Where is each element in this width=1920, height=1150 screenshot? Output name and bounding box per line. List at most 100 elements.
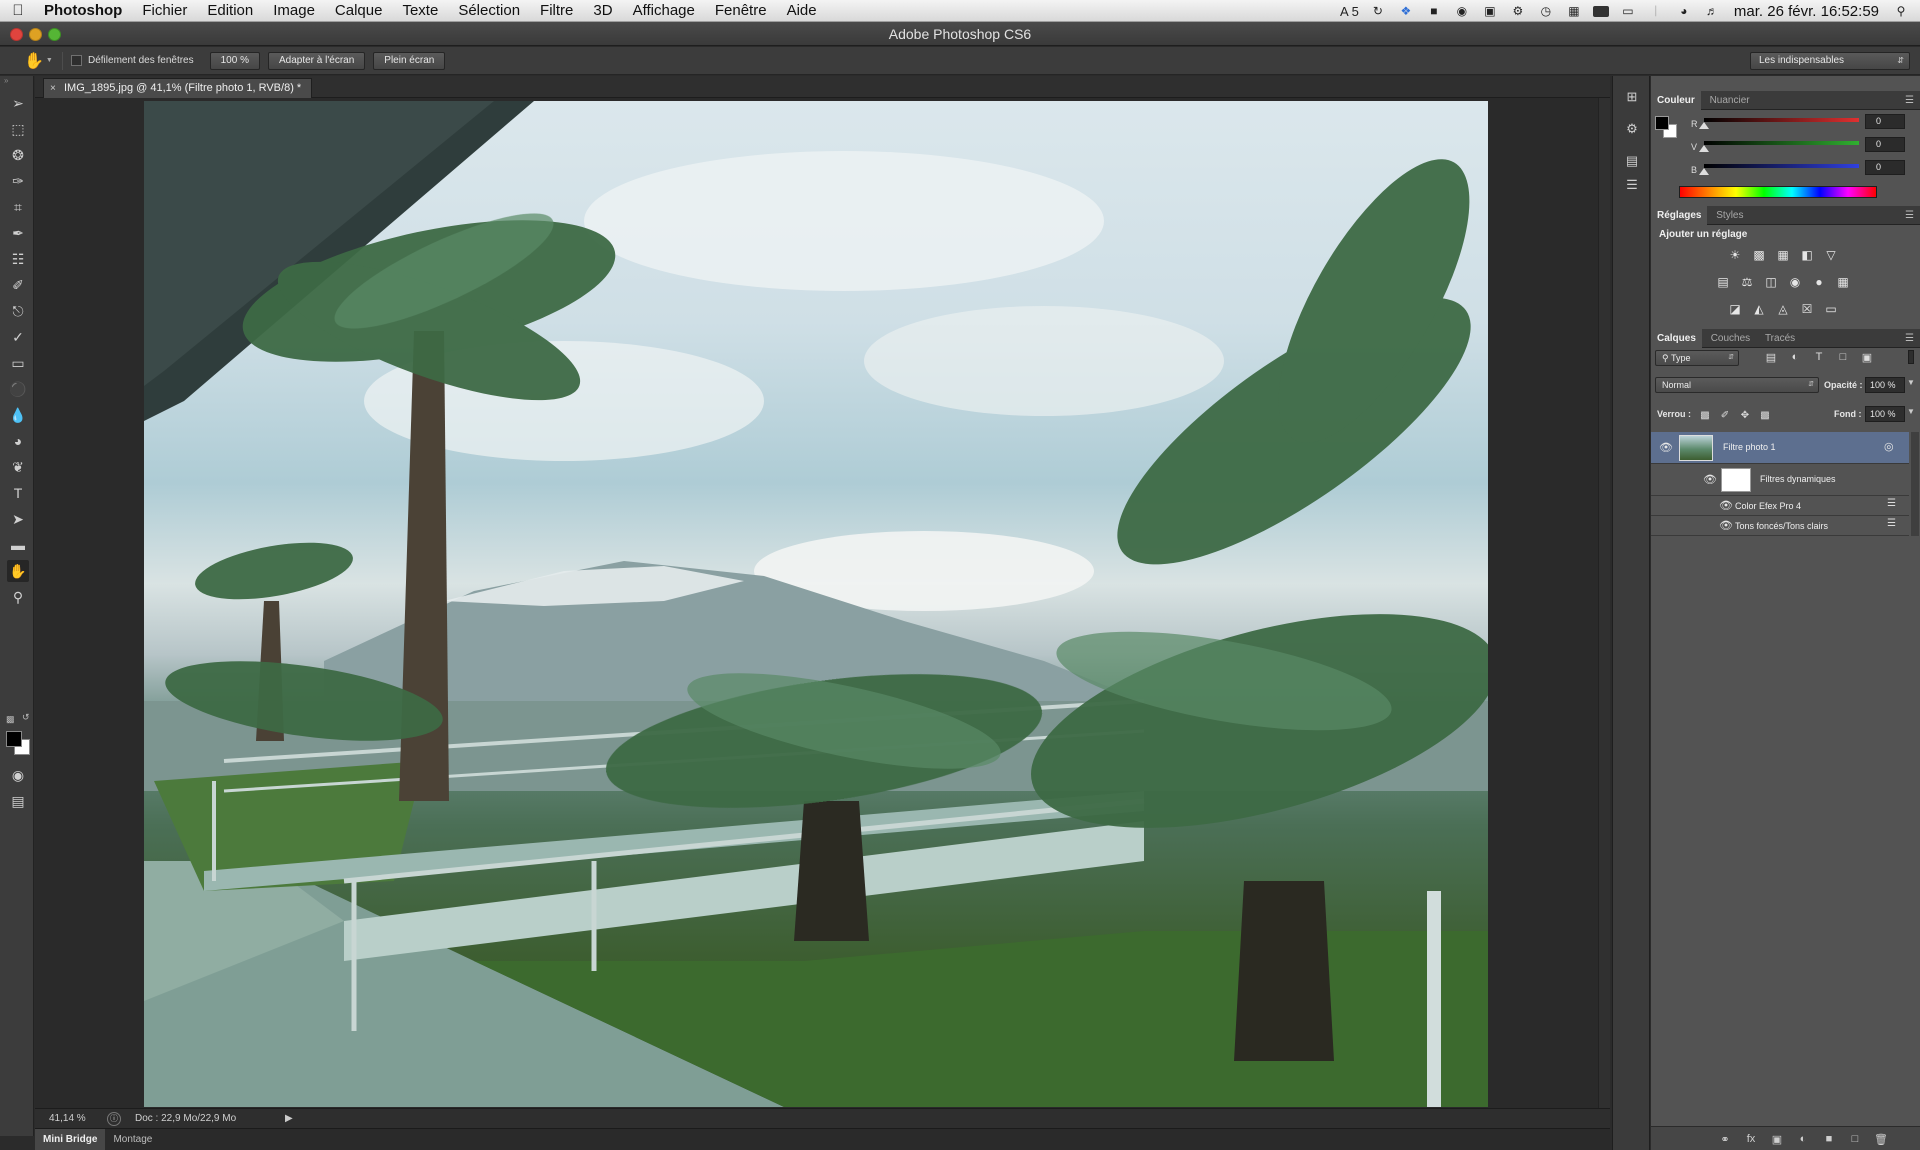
move-tool-icon[interactable]: ➢ — [7, 92, 29, 114]
red-slider-thumb[interactable] — [1699, 122, 1709, 129]
tool-preset-picker[interactable]: ✋ ▼ — [24, 51, 54, 71]
camera-icon[interactable]: ◉ — [1453, 4, 1471, 18]
gradient-map-icon[interactable]: ▭ — [1823, 302, 1839, 316]
color-lookup-icon[interactable]: ▦ — [1835, 275, 1851, 289]
close-icon[interactable]: × — [50, 79, 56, 98]
fill-field[interactable]: 100 % — [1865, 406, 1905, 422]
dodge-tool-icon[interactable]: ◕ — [7, 430, 29, 452]
filter-smart-object-icon[interactable]: ▣ — [1860, 350, 1874, 364]
filter-name[interactable]: Color Efex Pro 4 — [1735, 501, 1801, 511]
quick-selection-tool-icon[interactable]: ✑ — [7, 170, 29, 192]
menu-selection[interactable]: Sélection — [448, 2, 530, 19]
fit-screen-button[interactable]: Adapter à l'écran — [267, 51, 366, 70]
smart-filters-row[interactable]: 👁 Filtres dynamiques — [1651, 464, 1909, 496]
crop-tool-icon[interactable]: ⌗ — [7, 196, 29, 218]
wifi-icon[interactable]: ◕ — [1675, 4, 1693, 18]
hand-tool-icon[interactable]: ✋ — [7, 560, 29, 582]
filter-type-icon[interactable]: T — [1812, 350, 1826, 364]
zoom-100-button[interactable]: 100 % — [209, 51, 260, 70]
display-icon[interactable]: ▭ — [1619, 4, 1637, 18]
filter-toggle-switch[interactable] — [1908, 350, 1914, 364]
menu-affichage[interactable]: Affichage — [623, 2, 705, 19]
marquee-tool-icon[interactable]: ⬚ — [7, 118, 29, 140]
document-canvas-image[interactable] — [144, 101, 1488, 1107]
zoom-window-button[interactable] — [48, 28, 61, 41]
history-brush-tool-icon[interactable]: ✓ — [7, 326, 29, 348]
filter-name[interactable]: Tons foncés/Tons clairs — [1735, 521, 1828, 531]
minimize-window-button[interactable] — [29, 28, 42, 41]
panel-menu-icon[interactable]: ☰ — [1905, 206, 1914, 225]
menu-image[interactable]: Image — [263, 2, 325, 19]
tab-couches[interactable]: Couches — [1705, 329, 1756, 348]
zoom-level[interactable]: 41,14 % — [35, 1113, 105, 1124]
blending-options-icon[interactable]: ☰ — [1887, 518, 1896, 529]
filter-row[interactable]: 👁 Tons foncés/Tons clairs ☰ — [1651, 516, 1909, 536]
menu-3d[interactable]: 3D — [583, 2, 622, 19]
layer-row-selected[interactable]: 👁 Filtre photo 1 ◎ — [1651, 432, 1909, 464]
photo-filter-icon[interactable]: ◉ — [1787, 275, 1803, 289]
eyedropper-tool-icon[interactable]: ✒ — [7, 222, 29, 244]
menu-edition[interactable]: Edition — [197, 2, 263, 19]
filter-adjustment-icon[interactable]: ◐ — [1788, 350, 1802, 364]
tab-couleur[interactable]: Couleur — [1651, 91, 1701, 110]
panel-menu-icon[interactable]: ☰ — [1905, 91, 1914, 110]
menu-calque[interactable]: Calque — [325, 2, 393, 19]
healing-brush-tool-icon[interactable]: ☷ — [7, 248, 29, 270]
scroll-all-windows-checkbox[interactable] — [71, 55, 82, 66]
apple-icon[interactable]:  — [0, 2, 36, 19]
close-window-button[interactable] — [10, 28, 23, 41]
adobe-status-icon[interactable]: A5 — [1340, 4, 1359, 19]
posterize-icon[interactable]: ◭ — [1751, 302, 1767, 316]
green-channel-slider[interactable] — [1704, 141, 1859, 145]
menu-texte[interactable]: Texte — [392, 2, 448, 19]
menu-filtre[interactable]: Filtre — [530, 2, 583, 19]
menubar-clock[interactable]: mar. 26 févr. 16:52:59 — [1726, 3, 1887, 20]
history-panel-icon[interactable]: ⊞ — [1621, 86, 1643, 108]
new-group-icon[interactable]: ■ — [1821, 1131, 1837, 1147]
layer-filter-kind-select[interactable]: ⚲ Type ⇵ — [1655, 350, 1739, 366]
exposure-icon[interactable]: ◧ — [1799, 248, 1815, 262]
blue-slider-thumb[interactable] — [1699, 168, 1709, 175]
layers-scrollbar[interactable] — [1911, 432, 1919, 536]
lasso-tool-icon[interactable]: ❂ — [7, 144, 29, 166]
color-balance-icon[interactable]: ⚖ — [1739, 275, 1755, 289]
levels-icon[interactable]: ▩ — [1751, 248, 1767, 262]
green-slider-thumb[interactable] — [1699, 145, 1709, 152]
status-info-icon[interactable]: ⓘ — [107, 1111, 121, 1126]
trash-icon[interactable]: 🗑 — [1873, 1131, 1889, 1147]
blur-tool-icon[interactable]: 💧 — [7, 404, 29, 426]
opacity-field[interactable]: 100 % — [1865, 377, 1905, 393]
brush-tool-icon[interactable]: ✐ — [7, 274, 29, 296]
color-panel-foreground-swatch[interactable] — [1655, 116, 1669, 130]
workspace-select[interactable]: Les indispensables ⇵ — [1750, 52, 1910, 70]
new-adjustment-layer-icon[interactable]: ◐ — [1795, 1131, 1811, 1147]
fill-screen-button[interactable]: Plein écran — [373, 51, 446, 70]
eraser-tool-icon[interactable]: ▭ — [7, 352, 29, 374]
clone-stamp-tool-icon[interactable]: ⎋ — [7, 300, 29, 322]
default-colors-icon[interactable]: ▩ — [6, 714, 15, 725]
fill-dropdown-icon[interactable]: ▼ — [1907, 407, 1915, 416]
blend-mode-select[interactable]: Normal ⇵ — [1655, 377, 1819, 393]
color-spectrum-bar[interactable] — [1679, 186, 1877, 198]
vertical-scrollbar[interactable] — [1598, 98, 1610, 1108]
blending-options-icon[interactable]: ☰ — [1887, 498, 1896, 509]
quick-mask-icon[interactable]: ◉ — [7, 764, 29, 786]
paragraph-panel-icon[interactable]: ☰ — [1621, 174, 1643, 196]
red-channel-value[interactable]: 0 — [1865, 114, 1905, 129]
swap-colors-icon[interactable]: ↺ — [22, 712, 30, 723]
tab-montage[interactable]: Montage — [105, 1129, 160, 1150]
layer-style-icon[interactable]: fx — [1743, 1131, 1759, 1147]
status-menu-arrow-icon[interactable]: ▶ — [285, 1113, 293, 1124]
path-selection-tool-icon[interactable]: ➤ — [7, 508, 29, 530]
filter-pixel-icon[interactable]: ▤ — [1764, 350, 1778, 364]
layer-name[interactable]: Filtre photo 1 — [1723, 442, 1776, 452]
lock-pixels-icon[interactable]: ✐ — [1719, 409, 1731, 421]
threshold-icon[interactable]: ◬ — [1775, 302, 1791, 316]
new-layer-icon[interactable]: □ — [1847, 1131, 1863, 1147]
menu-aide[interactable]: Aide — [777, 2, 827, 19]
screen-mode-icon[interactable]: ▤ — [7, 790, 29, 812]
hue-saturation-icon[interactable]: ▤ — [1715, 275, 1731, 289]
lock-transparency-icon[interactable]: ▩ — [1699, 409, 1711, 421]
vibrance-icon[interactable]: ▽ — [1823, 248, 1839, 262]
sync-icon[interactable]: ↻ — [1369, 4, 1387, 18]
